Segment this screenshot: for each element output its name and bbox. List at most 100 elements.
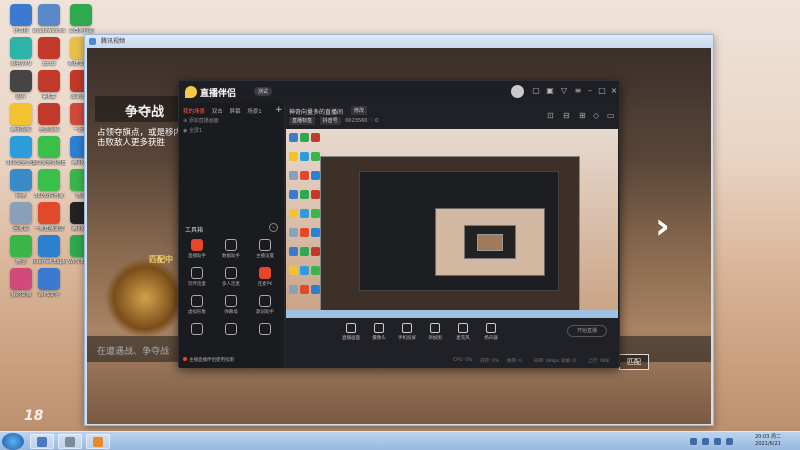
source-tool-icon: [374, 323, 384, 333]
tray-volume-icon[interactable]: [702, 438, 709, 445]
source-tool-label: 手机投屏: [398, 336, 416, 341]
live-companion-window[interactable]: 直播伴侣 测试 ▢ ▣ ▽ ≡ – □ × 我的场景 双击 屏幕 场景1 + ⊕…: [178, 80, 620, 368]
screen-icon[interactable]: ▣: [545, 86, 555, 95]
preview-desktop-icon: [289, 190, 298, 199]
toolbox-item[interactable]: 连麦PK: [251, 267, 279, 287]
desktop-icon[interactable]: 360软件管家: [32, 169, 66, 199]
clock[interactable]: 20:03 周二 2021/6/21: [748, 434, 788, 448]
tool-icon: [225, 267, 237, 279]
tab-screen[interactable]: 屏幕: [230, 109, 241, 115]
menu-icon[interactable]: ≡: [573, 86, 583, 95]
live-preview[interactable]: [286, 129, 618, 318]
desktop-icon[interactable]: 全能视频: [32, 103, 66, 133]
next-arrow-icon[interactable]: ›: [655, 206, 670, 247]
scene-item-label: 全屏1: [188, 128, 203, 134]
source-tool-button[interactable]: 直播画面: [339, 323, 363, 341]
desktop-icon[interactable]: 三角洲行动: [64, 4, 98, 34]
source-tool-button[interactable]: 手机投屏: [395, 323, 419, 341]
toolbox-item[interactable]: 歌词助手: [251, 295, 279, 315]
taskbar-app-button[interactable]: [58, 434, 82, 449]
toolbox-collapse-icon[interactable]: –: [269, 223, 278, 232]
tool-icon: [225, 239, 237, 251]
scene-item-fullscreen[interactable]: ◉ 全屏1: [183, 127, 202, 134]
scene-item-add[interactable]: ⊕ 添加直播画面: [183, 117, 219, 124]
desktop-icon[interactable]: zp.dz: [32, 37, 66, 67]
app-shortcut-icon: [10, 268, 32, 290]
toolbox-item[interactable]: 直播助手: [183, 239, 211, 259]
avatar[interactable]: [511, 85, 524, 98]
share-icon[interactable]: ⊟: [563, 111, 570, 120]
tool-icon: [191, 295, 203, 307]
tag-pill[interactable]: 抖音号: [319, 117, 341, 125]
desktop-icon[interactable]: shadowsocks: [32, 4, 66, 34]
close-icon[interactable]: ×: [609, 86, 619, 95]
toolbox-item[interactable]: 弹幕墙: [217, 295, 245, 315]
video-app-titlebar[interactable]: 腾讯视频: [85, 35, 713, 48]
preview-taskbar: [286, 310, 618, 318]
maximize-icon[interactable]: □: [597, 86, 607, 95]
start-live-button[interactable]: 开始直播: [567, 325, 607, 337]
live-app-titlebar[interactable]: 直播伴侣 测试 ▢ ▣ ▽ ≡ – □ ×: [179, 81, 619, 103]
tab-my-scenes[interactable]: 我的场景: [183, 109, 205, 115]
match-status-text: 匹配中: [149, 255, 173, 264]
message-icon[interactable]: ▢: [531, 86, 541, 95]
scene-item-label: 添加直播画面: [188, 118, 219, 124]
add-scene-icon[interactable]: +: [275, 105, 283, 115]
toolbox-item[interactable]: 主播设置: [251, 239, 279, 259]
lock-icon[interactable]: ⊡: [547, 111, 554, 120]
toolbox-item[interactable]: 多人连麦: [217, 267, 245, 287]
app-shortcut-icon: [70, 4, 92, 26]
game-mode-header: 争夺战: [95, 96, 187, 122]
minimize-icon[interactable]: –: [585, 86, 595, 95]
settings-icon[interactable]: ⊞: [579, 111, 586, 120]
video-watermark: 18: [24, 408, 44, 424]
status-metric: 丢帧: 0: [561, 359, 576, 364]
desktop-icon[interactable]: 360安全浏览器: [32, 136, 66, 166]
tray-network-icon[interactable]: [690, 438, 697, 445]
source-tool-icon: [402, 323, 412, 333]
desktop-icon[interactable]: Internet Explorer: [32, 235, 66, 265]
gift-icon[interactable]: ▽: [559, 86, 569, 95]
source-tool-button[interactable]: 麦克风: [451, 323, 475, 341]
source-tool-label: 扬声器: [484, 336, 498, 341]
toolbox-item[interactable]: [251, 323, 279, 337]
desktop-icon[interactable]: 一条直播录屏: [32, 202, 66, 232]
start-button[interactable]: [2, 433, 24, 450]
preview-desktop-icon: [311, 133, 320, 142]
tab-double[interactable]: 双击: [212, 109, 223, 115]
bell-icon[interactable]: ◇: [593, 111, 599, 120]
source-tool-button[interactable]: 扬声器: [479, 323, 503, 341]
taskbar-app-icon: [65, 437, 75, 447]
scene-tabs: 我的场景 双击 屏幕 场景1: [183, 107, 267, 115]
desktop-icon[interactable]: 第6章: [32, 70, 66, 100]
toolbox-item[interactable]: 虚拟形象: [183, 295, 211, 315]
edit-title-button[interactable]: 修改: [351, 106, 368, 115]
taskbar-app-button[interactable]: [86, 434, 110, 449]
source-tool-label: 直播画面: [342, 336, 360, 341]
preview-desktop-icon: [300, 209, 309, 218]
usage-guide-link[interactable]: 主播直播伴侣使用指南: [183, 357, 234, 363]
toolbox-item[interactable]: [183, 323, 211, 337]
app-shortcut-icon: [10, 202, 32, 224]
match-emblem-icon: [105, 258, 185, 338]
tab-scene1[interactable]: 场景1: [247, 109, 262, 115]
tray-security-icon[interactable]: [726, 438, 733, 445]
preview-desktop-icon: [289, 152, 298, 161]
tray-ime-icon[interactable]: [714, 438, 721, 445]
toolbox-item[interactable]: 玩伴连麦: [183, 267, 211, 287]
app-shortcut-icon: [38, 169, 60, 191]
fullscreen-icon[interactable]: ▭: [607, 111, 615, 120]
toolbox-item[interactable]: 数据助手: [217, 239, 245, 259]
main-panel: 神奇向量多的直播间 修改 直播标签 抖音号 0023560 ♡ 0 ⊡ ⊟ ⊞ …: [285, 103, 619, 368]
tag-pill[interactable]: 直播标签: [289, 117, 316, 125]
like-count: 0: [375, 118, 379, 124]
tool-label: 弹幕墙: [224, 310, 238, 315]
desktop-icon[interactable]: WPS文字: [32, 268, 66, 298]
source-tool-button[interactable]: 添加图: [423, 323, 447, 341]
preview-desktop-icon: [289, 228, 298, 237]
match-button[interactable]: 匹配: [619, 354, 649, 370]
source-tool-button[interactable]: 摄像头: [367, 323, 391, 341]
taskbar-app-button[interactable]: [30, 434, 54, 449]
toolbox-item[interactable]: [217, 323, 245, 337]
preview-desktop-icon: [289, 133, 298, 142]
